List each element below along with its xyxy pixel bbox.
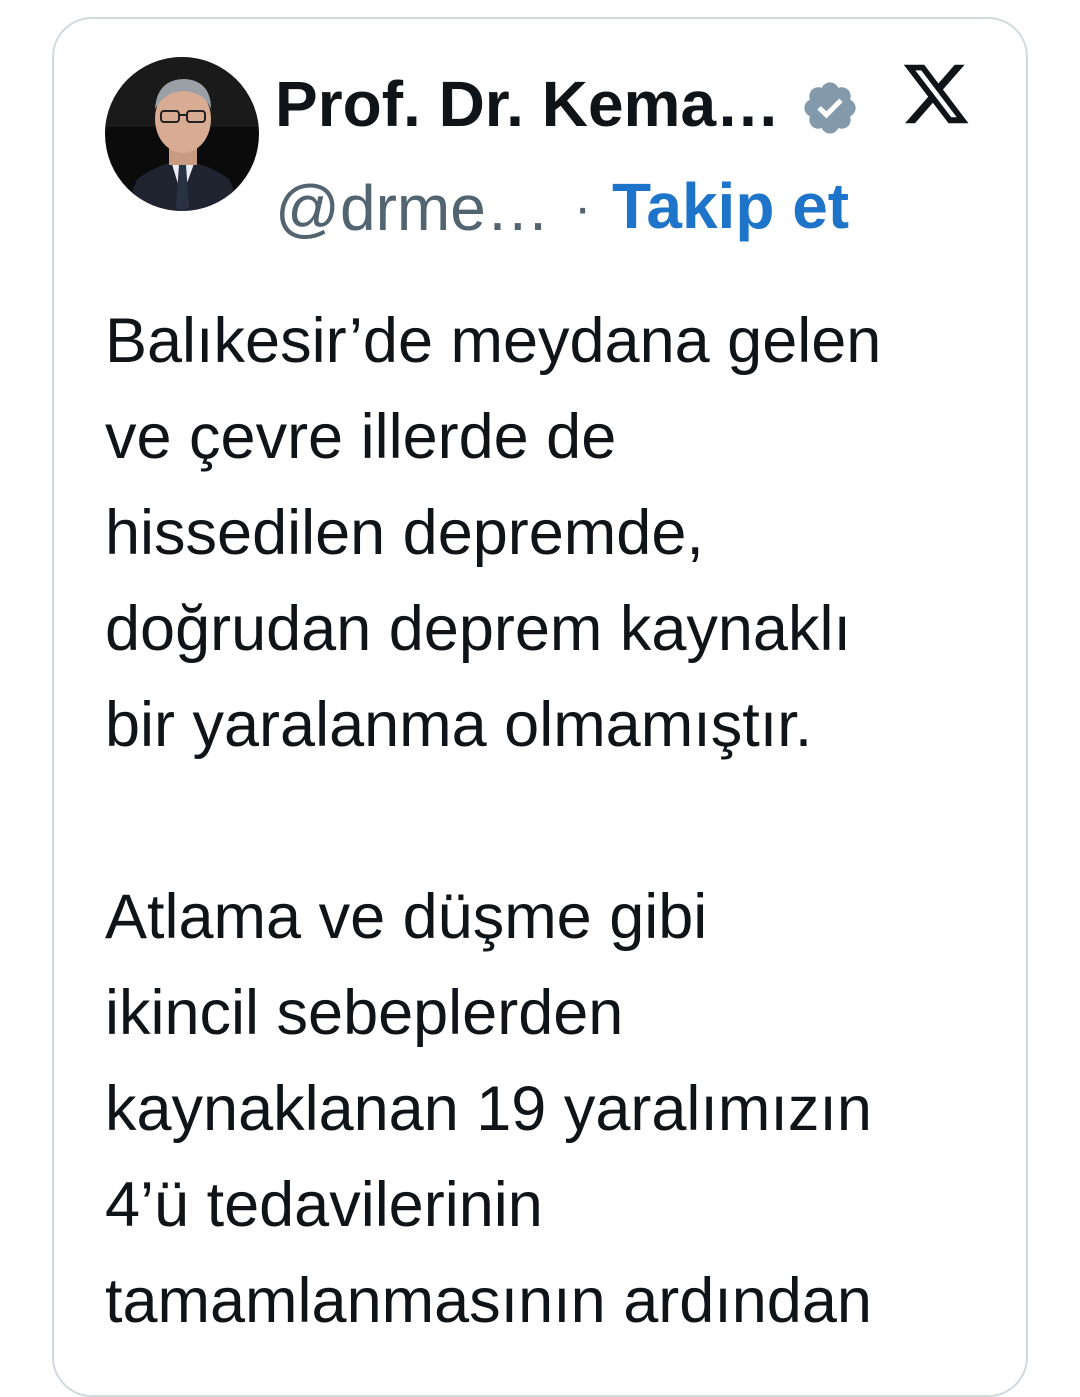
follow-button[interactable]: Takip et [612, 168, 849, 244]
tweet-paragraph: Atlama ve düşme gibi ikincil sebeplerden… [105, 882, 872, 1336]
verified-badge-icon [800, 78, 860, 138]
tweet-paragraph: Balıkesir’de meydana gelen ve çevre ille… [105, 306, 882, 760]
avatar[interactable] [105, 57, 259, 211]
author-handle[interactable]: @drme… [275, 170, 565, 246]
tweet-body: Balıkesir’de meydana gelen ve çevre ille… [105, 293, 985, 1349]
author-display-name[interactable]: Prof. Dr. Kema… [275, 62, 795, 146]
separator-dot: · [574, 179, 592, 237]
x-logo-icon[interactable] [898, 58, 974, 130]
